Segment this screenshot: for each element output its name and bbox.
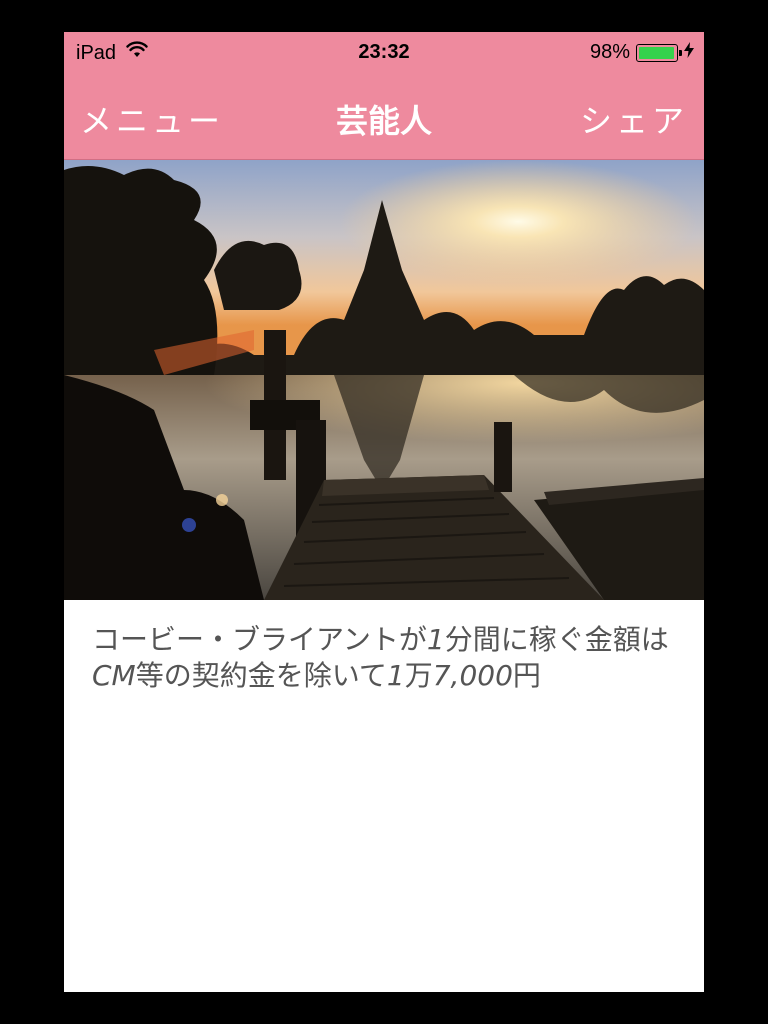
headline-part: CM bbox=[92, 659, 136, 692]
app-screen: iPad 23:32 98% メニュー 芸能人 シェア コービー・ブライアントが… bbox=[64, 32, 704, 992]
navigation-bar: メニュー 芸能人 シェア bbox=[64, 74, 704, 160]
menu-button[interactable]: メニュー bbox=[80, 96, 224, 142]
battery-percent: 98% bbox=[589, 41, 630, 63]
headline-part: 円 bbox=[512, 659, 541, 692]
battery-icon bbox=[636, 43, 682, 62]
article-headline: コービー・ブライアントが1分間に稼ぐ金額はCM等の契約金を除いて1万7,000円 bbox=[92, 622, 692, 694]
headline-part: 万 bbox=[404, 659, 433, 692]
headline-part: 7,000 bbox=[432, 659, 513, 692]
headline-part: 1 bbox=[386, 659, 405, 692]
status-bar: iPad 23:32 98% bbox=[64, 32, 704, 74]
battery-fill bbox=[639, 46, 675, 59]
headline-part: 1 bbox=[426, 623, 445, 656]
headline-part: 分間に稼ぐ金額は bbox=[444, 623, 669, 656]
lightning-bolt-icon bbox=[684, 41, 694, 64]
sunset-lake-photo bbox=[64, 160, 704, 600]
headline-part: コービー・ブライアントが bbox=[92, 623, 427, 656]
status-right: 98% bbox=[590, 41, 694, 64]
headline-part: 等の契約金を除いて bbox=[135, 659, 387, 692]
share-button[interactable]: シェア bbox=[580, 96, 688, 142]
